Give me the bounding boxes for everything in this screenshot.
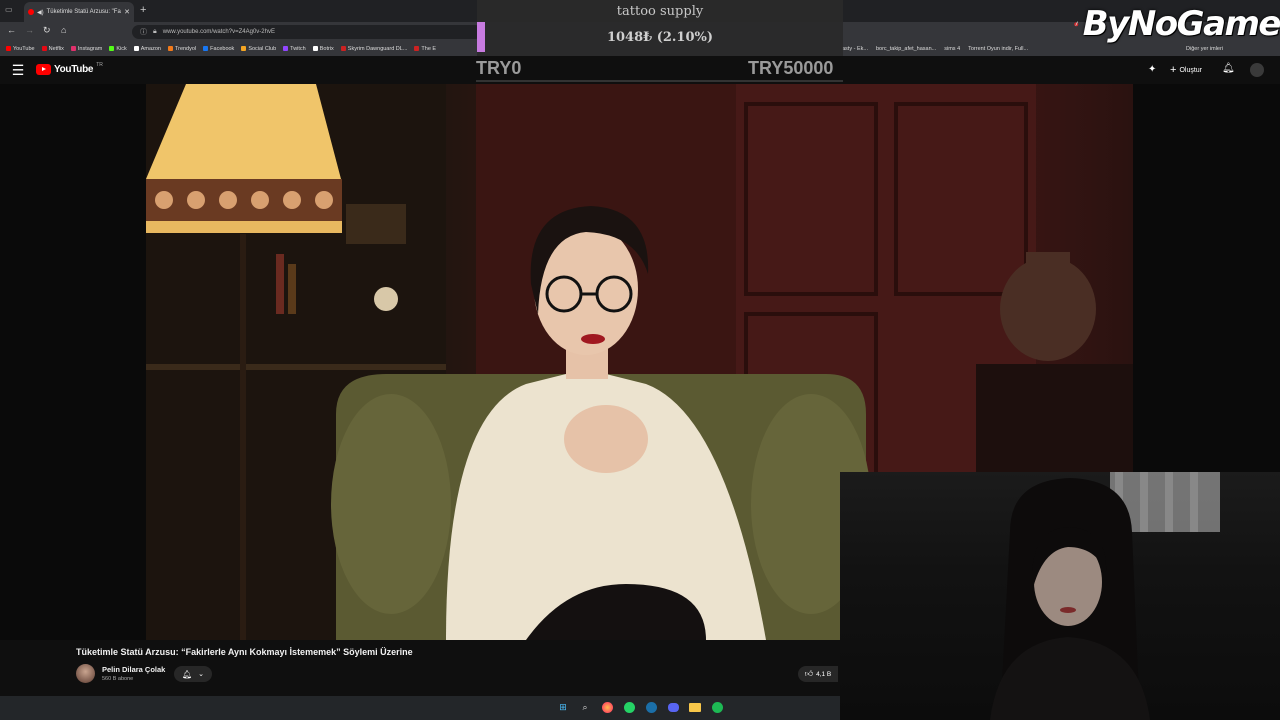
browser-tab[interactable]: ◀) Tüketimle Statü Arzusu: "Fa ✕ <box>24 2 134 22</box>
bookmark-item[interactable]: Instagram <box>70 46 103 52</box>
donation-goal-amount: 1048₺ (2.10%) <box>606 30 714 45</box>
back-icon[interactable]: ← <box>7 25 16 35</box>
file-explorer-icon[interactable] <box>687 699 703 715</box>
bookmark-favicon-icon <box>41 46 47 52</box>
bookmark-label: The E <box>421 46 437 52</box>
youtube-wordmark: YouTube <box>54 64 94 75</box>
url-text: www.youtube.com/watch?v=Z4Ag0v-2hvE <box>162 29 275 35</box>
bookmark-favicon-icon <box>283 46 289 52</box>
bell-icon: 🔔︎ <box>181 669 193 679</box>
bookmark-item[interactable]: Facebook <box>203 46 234 52</box>
discord-icon[interactable] <box>665 699 681 715</box>
whatsapp-icon[interactable] <box>621 699 637 715</box>
create-label: Oluştur <box>1179 66 1202 74</box>
windows-start-icon[interactable]: ⊞ <box>555 699 571 715</box>
bookmark-favicon-icon <box>203 46 209 52</box>
tab-search-icon[interactable]: ▭ <box>5 5 15 15</box>
audio-icon[interactable]: ◀) <box>37 9 44 16</box>
bookmark-favicon-icon <box>241 46 247 52</box>
channel-name[interactable]: Pelin Dilara Çolak <box>102 665 165 674</box>
bookmark-favicon-icon <box>167 46 173 52</box>
goal-start-label: TRY0 <box>476 58 522 78</box>
stream-logo-text: ByNoGame <box>1082 4 1280 44</box>
youtube-favicon-icon <box>28 9 34 15</box>
close-tab-icon[interactable]: ✕ <box>124 8 130 16</box>
bookmark-favicon-icon <box>340 46 346 52</box>
bookmark-label: Kick <box>116 46 127 52</box>
bookmark-label: Skyrim Dawnguard DL... <box>347 46 408 52</box>
plus-icon: + <box>1170 64 1177 76</box>
other-bookmarks[interactable]: Diğer yer imleri <box>1186 46 1223 52</box>
tab-title: Tüketimle Statü Arzusu: "Fa <box>46 9 121 15</box>
bookmark-item[interactable]: Netflix <box>41 46 64 52</box>
spotify-icon[interactable] <box>709 699 725 715</box>
firefox-icon[interactable] <box>599 699 615 715</box>
stream-logo: ByNoGame <box>1074 2 1280 46</box>
search-icon[interactable]: ⌕ <box>577 699 593 715</box>
youtube-play-icon <box>36 64 51 75</box>
notifications-bell-icon[interactable]: 🔔︎ <box>1222 63 1235 74</box>
bookmark-item[interactable]: borc_takip_afet_hasan... <box>876 46 936 52</box>
bookmark-item[interactable]: Trendyol <box>167 46 197 52</box>
country-code: TR <box>96 61 103 68</box>
upload-icon[interactable]: ✦ <box>1148 64 1156 75</box>
goal-end-label: TRY50000 <box>748 58 834 78</box>
bookmark-label: Social Club <box>248 46 277 52</box>
like-count: 4,1 B <box>816 670 832 678</box>
bookmark-favicon-icon <box>109 46 115 52</box>
bookmark-label: Botrix <box>319 46 334 52</box>
goal-track <box>476 80 843 82</box>
site-info-icon[interactable]: ⓘ <box>140 27 147 37</box>
account-avatar[interactable] <box>1250 63 1264 77</box>
bookmark-label: Netflix <box>48 46 64 52</box>
address-bar[interactable]: ⓘ 🔒︎ www.youtube.com/watch?v=Z4Ag0v-2hvE <box>132 25 482 39</box>
bookmark-item[interactable]: YouTube <box>6 46 35 52</box>
subscription-bell-button[interactable]: 🔔︎ ⌄ <box>174 666 212 682</box>
bookmark-favicon-icon <box>6 46 11 52</box>
webcam-overlay <box>840 472 1280 720</box>
bookmark-item[interactable]: Amazon <box>133 46 161 52</box>
bookmark-label: Facebook <box>210 46 235 52</box>
video-title: Tüketimle Statü Arzusu: “Fakirlerle Aynı… <box>76 647 413 657</box>
lock-icon: 🔒︎ <box>153 28 157 35</box>
forward-icon[interactable]: → <box>25 25 34 35</box>
steam-icon[interactable] <box>643 699 659 715</box>
bookmark-label: Twitch <box>290 46 306 52</box>
bookmark-item[interactable]: The E <box>414 46 436 52</box>
like-button[interactable]: 👍︎ 4,1 B <box>798 666 838 682</box>
webcam-frame <box>990 472 1220 720</box>
bookmark-favicon-icon <box>414 46 420 52</box>
bookmark-item[interactable]: Botrix <box>312 46 334 52</box>
thumbs-up-icon: 👍︎ <box>804 669 814 678</box>
bookmark-item[interactable]: asty - Ek... <box>842 46 868 52</box>
hamburger-menu-icon[interactable]: ☰ <box>10 62 26 78</box>
donation-goal-title: tattoo supply <box>616 4 704 19</box>
bookmark-label: Instagram <box>77 46 103 52</box>
new-tab-button[interactable]: + <box>140 4 146 16</box>
bookmark-label: Trendyol <box>174 46 197 52</box>
create-button[interactable]: + Oluştur <box>1164 62 1208 78</box>
taskbar-icons: ⊞ ⌕ <box>555 699 725 715</box>
bookmark-item[interactable]: Skyrim Dawnguard DL... <box>340 46 408 52</box>
bookmark-favicon-icon <box>133 46 139 52</box>
bookmark-item[interactable]: Kick <box>109 46 127 52</box>
bookmark-favicon-icon <box>70 46 76 52</box>
channel-avatar[interactable] <box>76 664 95 683</box>
bookmark-label: YouTube <box>13 46 35 52</box>
bookmark-item[interactable]: Twitch <box>283 46 306 52</box>
bookmark-item[interactable]: Social Club <box>241 46 276 52</box>
bookmark-item[interactable]: Torrent Oyun indir, Full... <box>968 46 1028 52</box>
pen-logo-icon <box>1074 21 1079 27</box>
youtube-logo[interactable]: YouTube TR <box>36 61 103 75</box>
bookmark-item[interactable]: sims 4 <box>944 46 960 52</box>
subscriber-count: 560 B abone <box>102 676 134 682</box>
reload-icon[interactable]: ↻ <box>43 25 51 36</box>
chevron-down-icon: ⌄ <box>198 671 205 678</box>
bookmark-favicon-icon <box>312 46 318 52</box>
home-icon[interactable]: ⌂ <box>61 25 66 35</box>
bookmark-label: Amazon <box>140 46 161 52</box>
